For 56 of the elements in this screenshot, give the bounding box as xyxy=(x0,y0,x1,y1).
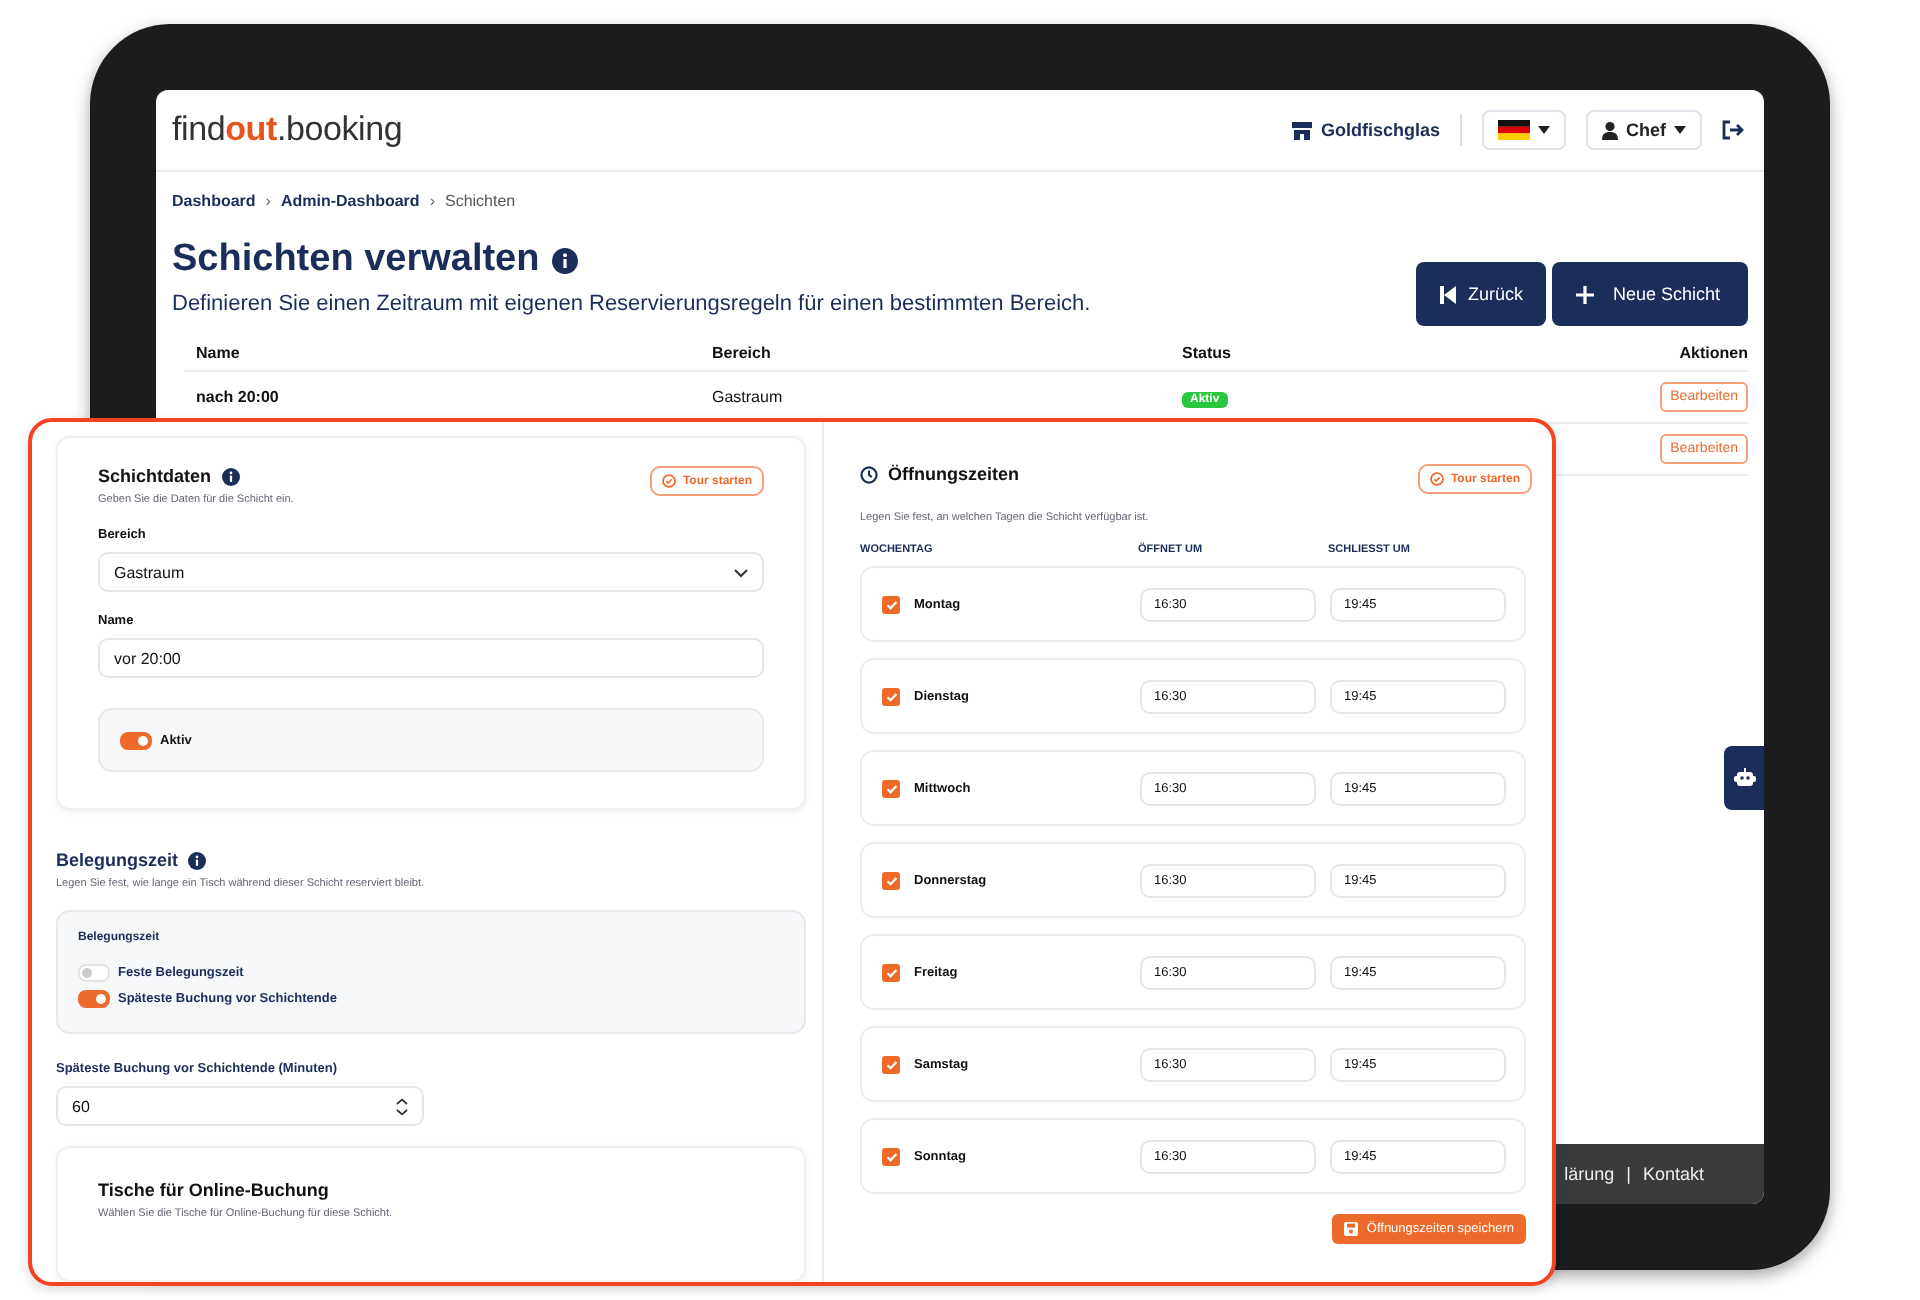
column-header: Status xyxy=(1182,344,1233,362)
day-checkbox[interactable] xyxy=(882,871,900,889)
day-checkbox[interactable] xyxy=(882,779,900,797)
info-icon[interactable] xyxy=(551,247,578,273)
check-circle-icon xyxy=(1430,472,1445,486)
day-checkbox[interactable] xyxy=(882,687,900,705)
day-checkbox[interactable] xyxy=(882,963,900,981)
robot-icon xyxy=(1733,768,1755,788)
toggle-switch[interactable] xyxy=(78,990,110,1008)
back-button[interactable]: Zurück xyxy=(1415,262,1547,326)
breadcrumb-separator: › xyxy=(265,192,271,210)
skip-back-icon xyxy=(1439,285,1456,303)
store-icon xyxy=(1292,121,1313,139)
breadcrumb-link[interactable]: Dashboard xyxy=(172,192,256,210)
logo[interactable]: findout.booking xyxy=(172,110,403,150)
check-circle-icon xyxy=(662,474,677,488)
area-select[interactable]: Gastraum xyxy=(98,552,764,592)
breadcrumb-separator: › xyxy=(429,192,435,210)
flag-icon xyxy=(1498,120,1530,140)
column-header: Bereich xyxy=(712,344,773,362)
page-subtitle: Definieren Sie einen Zeitraum mit eigenen Reservierungsregeln für einen bestimmten Bereich. xyxy=(172,292,1091,316)
venue-link[interactable]: Goldfischglas xyxy=(1292,120,1440,140)
caret-icon xyxy=(1674,126,1686,134)
section-title: Belegungszeit xyxy=(56,850,179,870)
day-checkbox[interactable] xyxy=(882,595,900,613)
section-title: Tische für Online-Buchung xyxy=(98,1180,331,1200)
new-shift-button[interactable]: Neue Schicht xyxy=(1552,262,1748,326)
minutes-input[interactable]: 60 xyxy=(56,1086,424,1126)
logout-icon[interactable] xyxy=(1722,120,1744,140)
day-checkbox[interactable] xyxy=(882,1055,900,1073)
stepper-icon xyxy=(396,1097,408,1115)
section-title: Öffnungszeiten xyxy=(888,464,1019,484)
day-checkbox[interactable] xyxy=(882,1147,900,1165)
footer-link[interactable]: lärung xyxy=(1564,1164,1615,1184)
chevron-down-icon xyxy=(734,567,748,577)
plus-icon xyxy=(1576,285,1595,303)
breadcrumb-link[interactable]: Admin-Dashboard xyxy=(280,192,420,210)
section-title: Schichtdaten xyxy=(98,466,212,486)
table-cell: nach 20:00 xyxy=(196,388,279,406)
user-dropdown[interactable]: Chef xyxy=(1586,110,1702,150)
footer-separator: | xyxy=(1626,1164,1631,1184)
caret-icon xyxy=(1538,126,1550,134)
footer-link[interactable]: Kontakt xyxy=(1642,1164,1704,1184)
user-icon xyxy=(1602,121,1618,139)
toggle-switch[interactable] xyxy=(120,731,152,749)
name-input[interactable]: vor 20:00 xyxy=(98,638,764,678)
language-dropdown[interactable] xyxy=(1482,110,1566,150)
column-header: Name xyxy=(194,344,242,362)
table-cell: Gastraum xyxy=(712,388,783,406)
clock-icon xyxy=(860,465,878,483)
column-header: Aktionen xyxy=(1677,344,1748,362)
chatbot-button[interactable] xyxy=(1724,746,1764,810)
page-title: Schichten verwalten xyxy=(172,238,540,282)
info-icon[interactable] xyxy=(188,851,207,869)
current-page-label: Schichten xyxy=(444,192,516,210)
info-icon[interactable] xyxy=(221,467,240,485)
